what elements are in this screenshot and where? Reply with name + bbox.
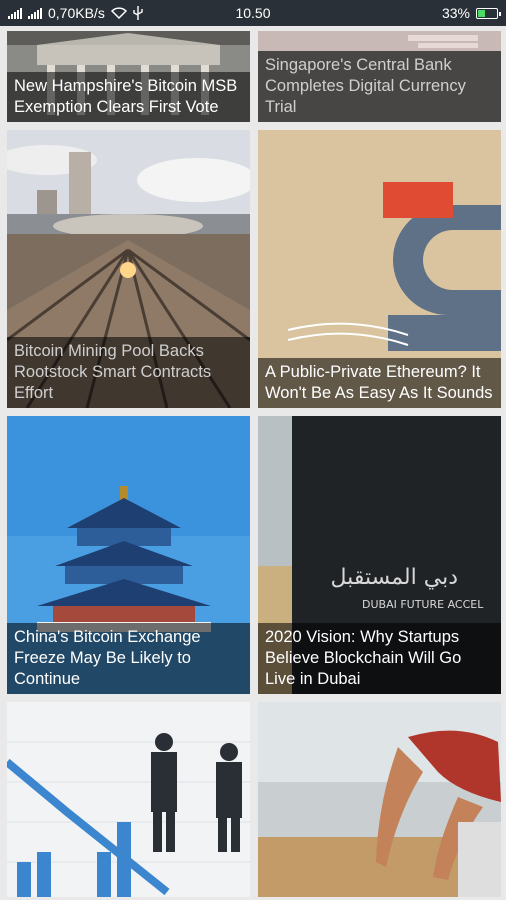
article-title: A Public-Private Ethereum? It Won't Be A…: [258, 358, 501, 408]
article-card[interactable]: Bitcoin Mining Pool Backs Rootstock Smar…: [7, 130, 250, 408]
right-column: Singapore's Central Bank Completes Digit…: [258, 26, 501, 900]
status-left: 0,70KB/s: [8, 5, 143, 21]
article-card[interactable]: A Public-Private Ethereum? It Won't Be A…: [258, 130, 501, 408]
article-title: Bitcoin Mining Pool Backs Rootstock Smar…: [7, 337, 250, 408]
article-grid: New Hampshire's Bitcoin MSB Exemption Cl…: [0, 26, 506, 900]
dubai-arabic-text: دبي المستقبل: [331, 565, 458, 590]
usb-icon: [133, 6, 143, 20]
businessmen-chart-image: [7, 702, 250, 897]
wifi-icon: [110, 7, 127, 19]
article-card[interactable]: New Hampshire's Bitcoin MSB Exemption Cl…: [7, 31, 250, 122]
article-title: China's Bitcoin Exchange Freeze May Be L…: [7, 623, 250, 694]
article-card[interactable]: China's Bitcoin Exchange Freeze May Be L…: [7, 416, 250, 694]
battery-icon: [476, 7, 501, 19]
left-column: New Hampshire's Bitcoin MSB Exemption Cl…: [7, 26, 250, 900]
article-card[interactable]: Singapore's Central Bank Completes Digit…: [258, 31, 501, 122]
network-speed: 0,70KB/s: [48, 5, 105, 21]
article-card[interactable]: دبي المستقبل DUBAI FUTURE ACCEL 2020 Vis…: [258, 416, 501, 694]
status-right: 33%: [441, 5, 501, 21]
dubai-english-text: DUBAI FUTURE ACCEL: [362, 598, 484, 611]
article-title: Singapore's Central Bank Completes Digit…: [258, 51, 501, 122]
article-card[interactable]: [258, 702, 501, 897]
signal-icon: [8, 7, 22, 19]
battery-fill: [478, 9, 485, 17]
article-card[interactable]: [7, 702, 250, 897]
sprinter-image: [258, 702, 501, 897]
article-title: 2020 Vision: Why Startups Believe Blockc…: [258, 623, 501, 694]
battery-percent: 33%: [441, 5, 470, 21]
signal-icon-2: [28, 7, 42, 19]
article-title: New Hampshire's Bitcoin MSB Exemption Cl…: [7, 72, 250, 122]
status-bar: 0,70KB/s 10.50 33%: [0, 0, 506, 26]
